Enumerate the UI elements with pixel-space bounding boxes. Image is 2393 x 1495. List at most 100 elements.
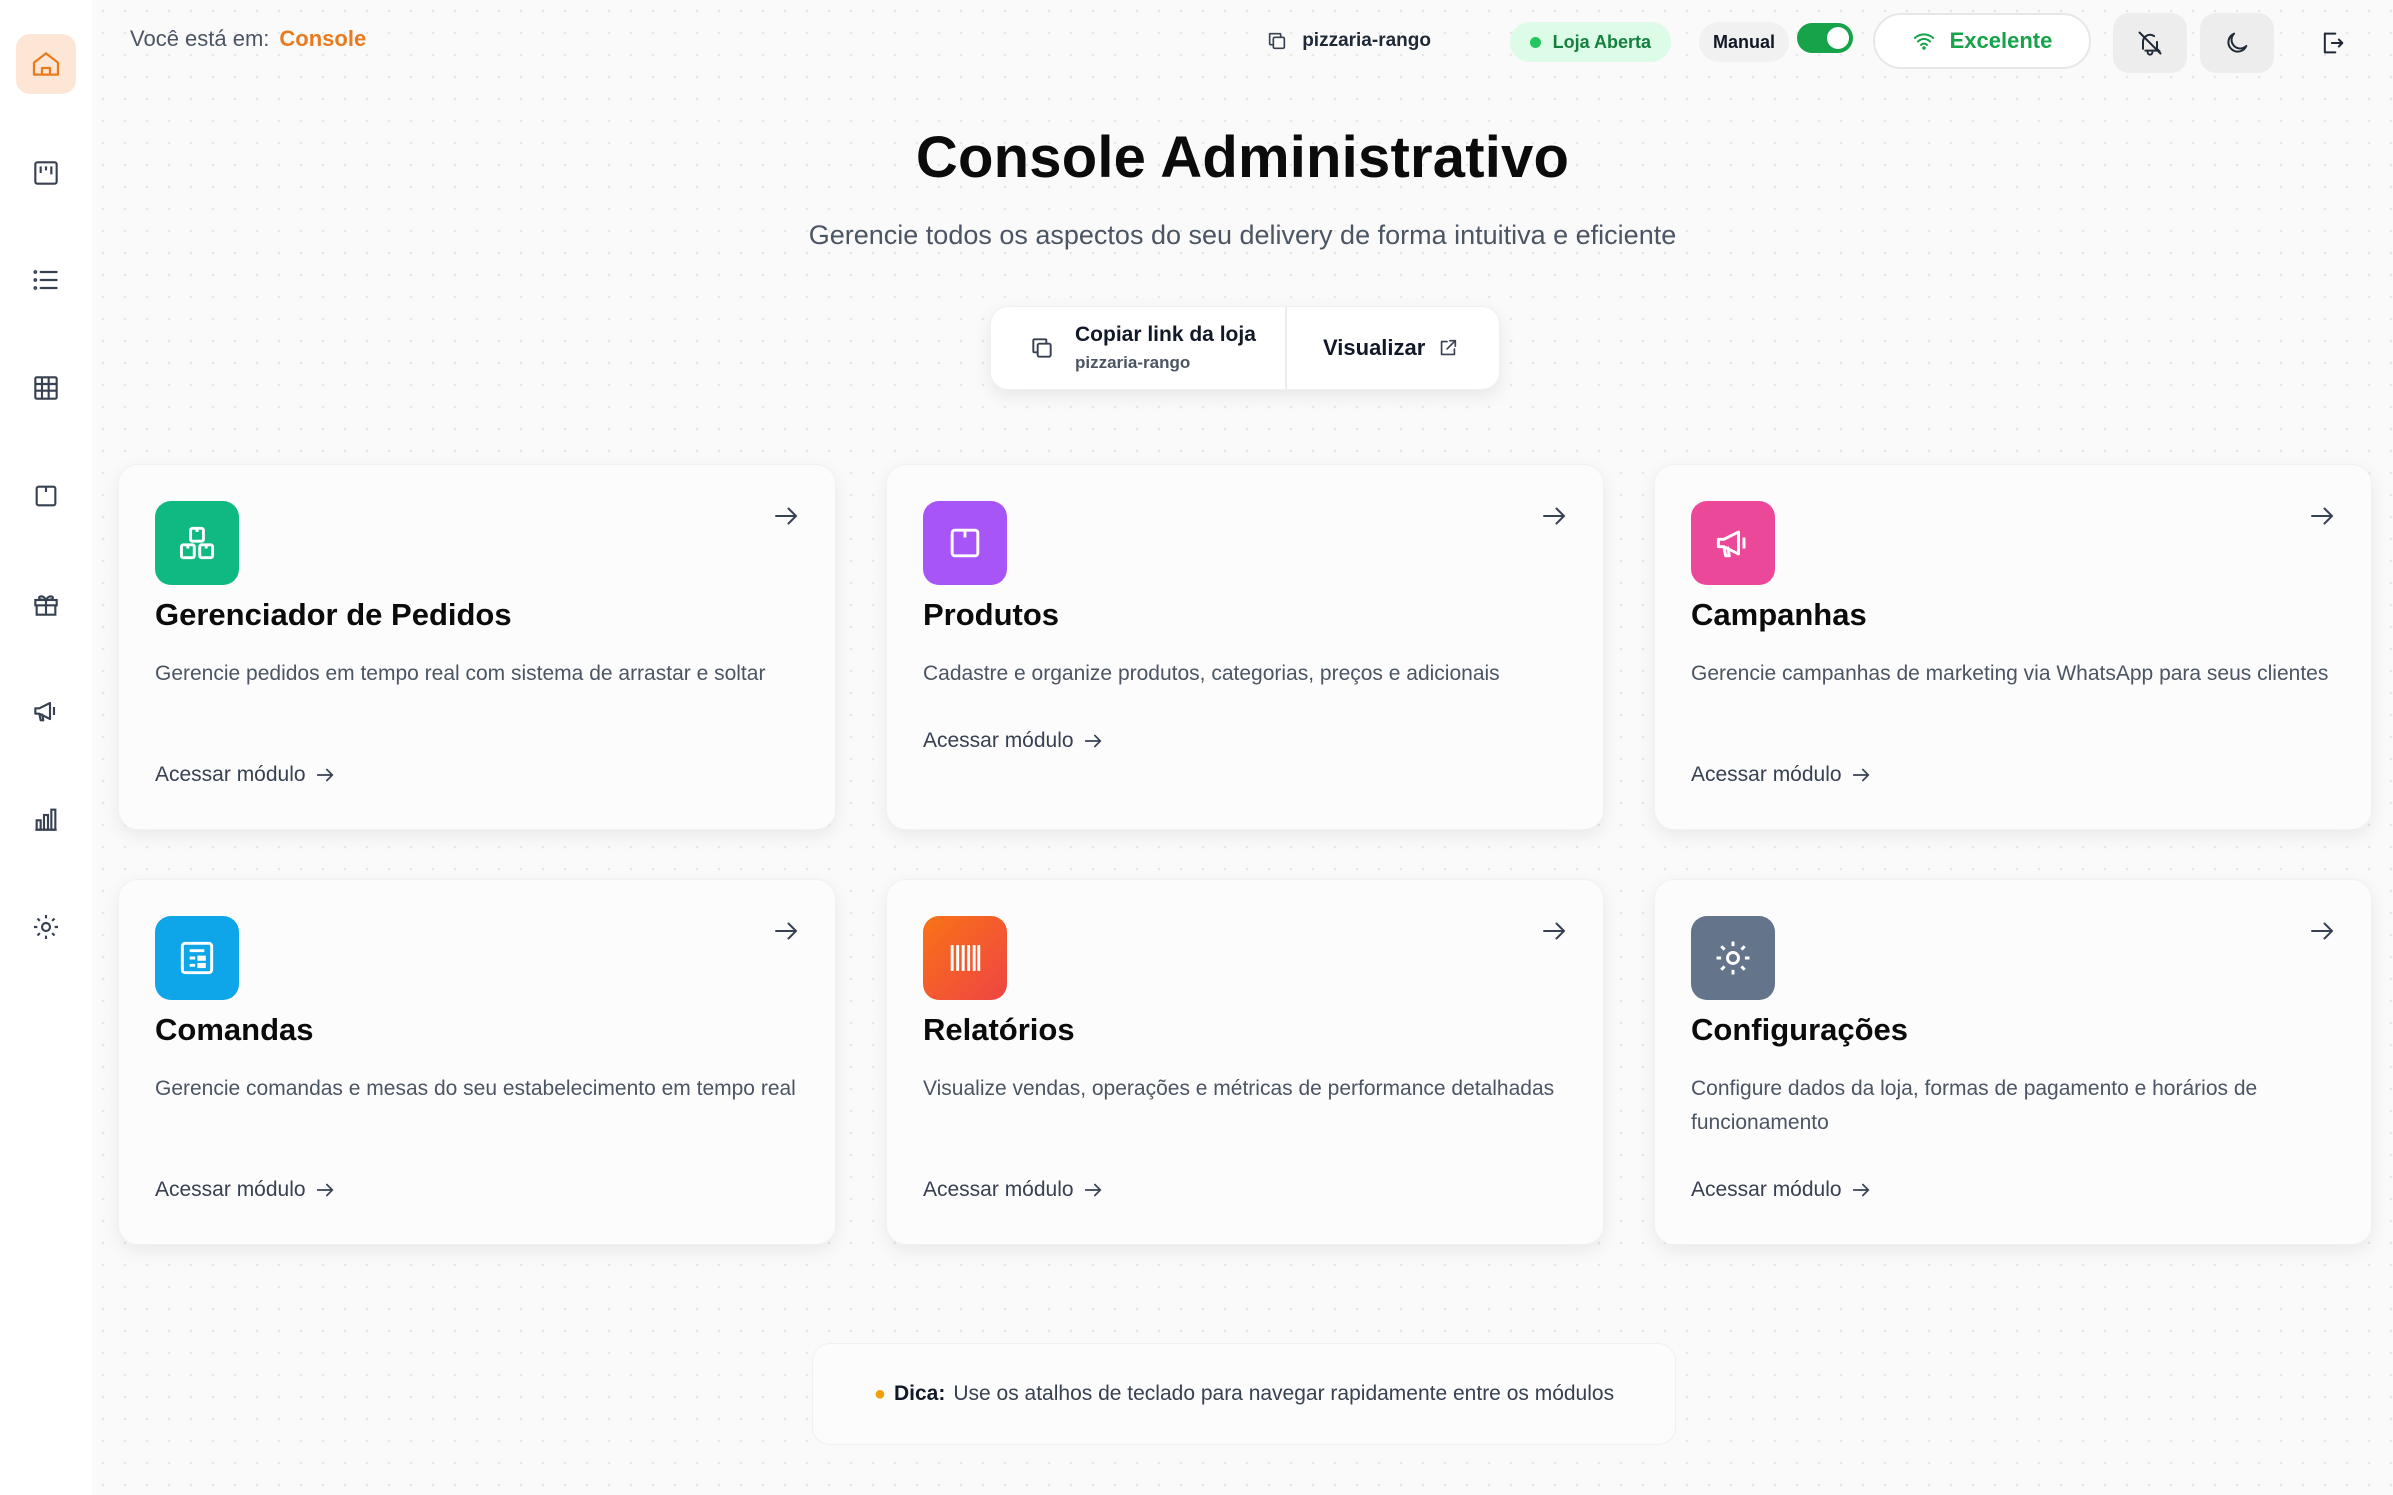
module-description: Gerencie comandas e mesas do seu estabel… [155, 1077, 796, 1100]
module-description: Visualize vendas, operações e métricas d… [923, 1077, 1555, 1100]
arrow-right-icon [1852, 768, 1870, 782]
moon-icon [2227, 32, 2248, 53]
copy-icon [1269, 32, 1286, 50]
boxes-icon [179, 526, 215, 560]
copy-link-label: Copiar link da loja [1075, 323, 1256, 346]
sidebar-item-orders[interactable] [16, 143, 76, 203]
module-access-label: Acessar módulo [923, 1178, 1074, 1201]
module-card-pedidos[interactable]: Gerenciador de Pedidos Gerencie pedidos … [118, 464, 836, 830]
module-title: Produtos [923, 597, 1060, 632]
module-icon-wrap [1691, 916, 1775, 1000]
store-slug-chip[interactable]: pizzaria-rango [1266, 13, 1431, 69]
module-access-link[interactable]: Acessar módulo [1691, 763, 1872, 787]
view-store-button[interactable]: Visualizar [1287, 335, 1459, 361]
module-access-label: Acessar módulo [1691, 763, 1842, 786]
arrow-right-icon [775, 507, 798, 525]
logout-icon [2323, 32, 2344, 54]
megaphone-icon [1716, 530, 1746, 558]
receipt-icon [180, 941, 214, 975]
toggle-knob [1827, 27, 1849, 49]
sidebar-item-tables[interactable] [16, 358, 76, 418]
module-description: Cadastre e organize produtos, categorias… [923, 662, 1500, 685]
store-link-card: Copiar link da loja pizzaria-rango Visua… [990, 306, 1500, 390]
tip-label: Dica: [893, 1382, 946, 1405]
module-icon-wrap [155, 916, 239, 1000]
package-icon [35, 485, 57, 507]
arrow-right-icon [1543, 922, 1566, 940]
store-status-label: Loja Aberta [1552, 31, 1651, 52]
arrow-right-icon [2311, 922, 2334, 940]
store-open-toggle[interactable] [1797, 23, 1853, 53]
sidebar-item-campaigns[interactable] [16, 681, 76, 741]
connection-status[interactable]: Excelente [1873, 13, 2091, 69]
arrow-right-icon [2311, 507, 2334, 525]
module-card-produtos[interactable]: Produtos Cadastre e organize produtos, c… [886, 464, 1604, 830]
module-access-label: Acessar módulo [155, 1178, 306, 1201]
list-icon [33, 270, 58, 290]
module-description: Gerencie pedidos em tempo real com siste… [155, 662, 766, 685]
sidebar-item-reports[interactable] [16, 789, 76, 849]
module-title: Gerenciador de Pedidos [155, 597, 512, 632]
notifications-button[interactable] [2113, 13, 2187, 73]
arrow-right-icon [1084, 1183, 1102, 1197]
connection-label: Excelente [1949, 28, 2053, 53]
arrow-right-icon [1543, 507, 1566, 525]
arrow-right-icon [775, 922, 798, 940]
tip-text: Use os atalhos de teclado para navegar r… [953, 1382, 1615, 1405]
module-access-label: Acessar módulo [923, 729, 1074, 752]
lightbulb-icon: ● [873, 1382, 886, 1405]
gear-icon [1716, 941, 1750, 975]
module-card-campanhas[interactable]: Campanhas Gerencie campanhas de marketin… [1654, 464, 2372, 830]
module-access-link[interactable]: Acessar módulo [155, 763, 336, 787]
tip-box: ● Dica: Use os atalhos de teclado para n… [812, 1343, 1676, 1445]
table-grid-icon [34, 376, 58, 400]
module-description: Gerencie campanhas de marketing via What… [1691, 662, 2329, 685]
module-icon-wrap [1691, 501, 1775, 585]
sidebar-item-products[interactable] [16, 466, 76, 526]
copy-link-slug: pizzaria-rango [1075, 353, 1191, 372]
bell-off-icon [2138, 31, 2162, 56]
logout-button[interactable] [2305, 13, 2361, 73]
view-store-label: Visualizar [1323, 335, 1426, 360]
arrow-right-icon [1084, 734, 1102, 748]
gear-icon [34, 915, 58, 939]
megaphone-icon [34, 701, 56, 722]
bar-chart-icon [35, 808, 57, 831]
package-icon [950, 528, 980, 558]
sidebar-item-gifts[interactable] [16, 574, 76, 634]
gift-icon [34, 595, 58, 616]
page-subtitle: Gerencie todos os aspectos do seu delive… [808, 220, 1677, 250]
module-card-configuracoes[interactable]: Configurações Configure dados da loja, f… [1654, 879, 2372, 1245]
page-title: Console Administrativo [915, 125, 1570, 190]
module-access-link[interactable]: Acessar módulo [155, 1178, 336, 1202]
arrow-right-icon [316, 768, 334, 782]
module-card-relatorios[interactable]: Relatórios Visualize vendas, operações e… [886, 879, 1604, 1245]
status-dot [1529, 36, 1541, 48]
main-area: Você está em: Console pizzaria-rango Loj… [92, 0, 2393, 1495]
module-access-link[interactable]: Acessar módulo [923, 1178, 1104, 1202]
copy-icon [1032, 338, 1052, 358]
module-access-label: Acessar módulo [1691, 1178, 1842, 1201]
kanban-icon [34, 161, 58, 185]
home-icon [32, 52, 60, 76]
external-link-icon [1441, 339, 1457, 356]
module-icon-wrap [923, 501, 1007, 585]
sidebar-item-home[interactable] [16, 34, 76, 94]
sidebar-item-list[interactable] [16, 250, 76, 310]
arrow-right-icon [316, 1183, 334, 1197]
module-card-comandas[interactable]: Comandas Gerencie comandas e mesas do se… [118, 879, 836, 1245]
module-description: Configure dados da loja, formas de pagam… [1691, 1077, 2258, 1134]
module-title: Comandas [155, 1012, 314, 1047]
module-title: Campanhas [1691, 597, 1867, 632]
copy-link-button[interactable]: Copiar link da loja pizzaria-rango [991, 307, 1287, 389]
module-icon-wrap [923, 916, 1007, 1000]
sidebar [0, 0, 92, 1495]
app-root: Você está em: Console pizzaria-rango Loj… [0, 0, 2393, 1495]
sidebar-item-settings[interactable] [16, 897, 76, 957]
theme-toggle-button[interactable] [2200, 13, 2274, 73]
module-access-link[interactable]: Acessar módulo [923, 729, 1104, 753]
topbar-actions: pizzaria-rango Loja Aberta Manual Excele… [92, 13, 2393, 73]
wifi-icon [1913, 33, 1934, 50]
module-title: Configurações [1691, 1012, 1909, 1047]
module-access-link[interactable]: Acessar módulo [1691, 1178, 1872, 1202]
